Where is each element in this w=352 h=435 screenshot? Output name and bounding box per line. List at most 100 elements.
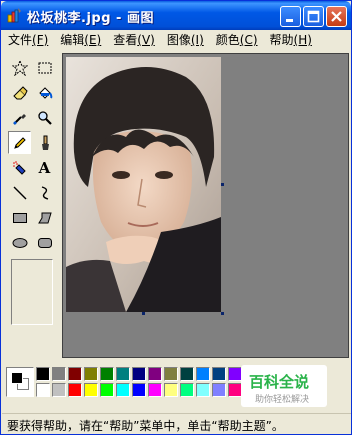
color-swatch[interactable] bbox=[196, 383, 210, 397]
magnifier-icon bbox=[37, 110, 52, 125]
menu-colors-label: 颜色 bbox=[215, 33, 240, 47]
paint-app-icon bbox=[7, 8, 21, 23]
brush-icon bbox=[41, 135, 49, 150]
eraser-tool[interactable] bbox=[8, 81, 31, 104]
watermark-subtitle: 助你轻松解决 bbox=[255, 395, 310, 405]
eyedropper-icon bbox=[12, 113, 26, 125]
menu-bar: 文件(F) 编辑(E) 查看(V) 图像(I) 颜色(C) 帮助(H) bbox=[2, 30, 351, 50]
menu-image-accel: (I) bbox=[190, 33, 204, 47]
menu-edit-label: 编辑 bbox=[60, 33, 85, 47]
color-swatch[interactable] bbox=[228, 367, 242, 381]
color-swatch[interactable] bbox=[100, 383, 114, 397]
airbrush-icon bbox=[12, 160, 26, 175]
ellipse-tool[interactable] bbox=[8, 231, 31, 254]
polygon-tool[interactable] bbox=[33, 206, 56, 229]
color-swatch[interactable] bbox=[180, 367, 194, 381]
menu-colors-accel: (C) bbox=[239, 33, 258, 47]
ellipse-icon bbox=[12, 237, 27, 248]
color-swatch[interactable] bbox=[100, 367, 114, 381]
eraser-icon bbox=[12, 85, 28, 99]
brush-tool[interactable] bbox=[33, 131, 56, 154]
color-swatch[interactable] bbox=[164, 383, 178, 397]
free-select-tool[interactable] bbox=[8, 56, 31, 79]
line-tool[interactable] bbox=[8, 181, 31, 204]
star-select-icon bbox=[11, 59, 28, 76]
color-swatch[interactable] bbox=[52, 367, 66, 381]
toolbox: A bbox=[5, 53, 59, 358]
color-swatch[interactable] bbox=[132, 367, 146, 381]
text-tool[interactable]: A bbox=[33, 156, 56, 179]
status-bar: 要获得帮助，请在“帮助”菜单中，单击“帮助主题”。 bbox=[2, 413, 351, 434]
color-swatch[interactable] bbox=[148, 367, 162, 381]
paint-bucket-icon bbox=[38, 86, 52, 99]
color-swatch[interactable] bbox=[84, 367, 98, 381]
minimize-icon bbox=[286, 19, 293, 22]
rounded-rectangle-tool[interactable] bbox=[33, 231, 56, 254]
color-swatch[interactable] bbox=[36, 367, 50, 381]
color-swatch[interactable] bbox=[132, 383, 146, 397]
color-swatch[interactable] bbox=[212, 367, 226, 381]
color-swatch[interactable] bbox=[196, 367, 210, 381]
color-swatch[interactable] bbox=[148, 383, 162, 397]
menu-help[interactable]: 帮助(H) bbox=[264, 30, 318, 50]
fill-tool[interactable] bbox=[33, 81, 56, 104]
menu-image[interactable]: 图像(I) bbox=[161, 30, 210, 50]
menu-view-label: 查看 bbox=[113, 33, 138, 47]
color-swatch[interactable] bbox=[116, 383, 130, 397]
maximize-icon bbox=[307, 10, 320, 23]
color-swatch[interactable] bbox=[68, 383, 82, 397]
resize-handle-bottom[interactable] bbox=[142, 312, 145, 315]
menu-edit[interactable]: 编辑(E) bbox=[54, 30, 107, 50]
foreground-color[interactable] bbox=[11, 372, 23, 384]
magnifier-tool[interactable] bbox=[33, 106, 56, 129]
polygon-icon bbox=[37, 212, 52, 223]
menu-file[interactable]: 文件(F) bbox=[2, 30, 54, 50]
text-icon: A bbox=[38, 158, 51, 177]
menu-view[interactable]: 查看(V) bbox=[107, 30, 161, 50]
photo-canvas[interactable] bbox=[66, 57, 221, 312]
close-icon bbox=[331, 11, 342, 22]
rect-select-icon bbox=[38, 62, 51, 73]
title-bar[interactable]: 松坂桃李.jpg - 画图 bbox=[1, 1, 351, 30]
color-swatch[interactable] bbox=[228, 383, 242, 397]
color-swatch[interactable] bbox=[84, 383, 98, 397]
rectangle-icon bbox=[12, 212, 27, 223]
watermark: 百科全说 助你轻松解决 bbox=[241, 365, 327, 407]
maximize-button[interactable] bbox=[303, 6, 324, 27]
menu-help-accel: (H) bbox=[293, 33, 312, 47]
resize-handle-right[interactable] bbox=[221, 183, 224, 186]
menu-file-accel: (F) bbox=[32, 33, 49, 47]
pencil-icon bbox=[13, 136, 26, 149]
color-swatch[interactable] bbox=[36, 383, 50, 397]
color-swatch[interactable] bbox=[212, 383, 226, 397]
curve-tool[interactable] bbox=[33, 181, 56, 204]
minimize-button[interactable] bbox=[280, 6, 301, 27]
color-swatch[interactable] bbox=[52, 383, 66, 397]
menu-edit-accel: (E) bbox=[84, 33, 102, 47]
current-colors[interactable] bbox=[6, 367, 34, 397]
pick-color-tool[interactable] bbox=[8, 106, 31, 129]
rounded-rect-icon bbox=[37, 237, 52, 248]
close-button[interactable] bbox=[326, 6, 347, 27]
menu-view-accel: (V) bbox=[137, 33, 155, 47]
tool-options-panel[interactable] bbox=[11, 259, 53, 325]
rect-select-tool[interactable] bbox=[33, 56, 56, 79]
watermark-title: 百科全说 bbox=[249, 373, 310, 391]
window-title: 松坂桃李.jpg - 画图 bbox=[27, 11, 154, 26]
color-swatch[interactable] bbox=[180, 383, 194, 397]
canvas-area[interactable] bbox=[62, 53, 349, 358]
color-swatch[interactable] bbox=[164, 367, 178, 381]
color-swatch[interactable] bbox=[68, 367, 82, 381]
menu-help-label: 帮助 bbox=[269, 33, 294, 47]
pencil-tool[interactable] bbox=[8, 131, 31, 154]
resize-handle-corner[interactable] bbox=[221, 312, 224, 315]
paint-window: 松坂桃李.jpg - 画图 文件(F) 编辑(E) 查看(V) 图像(I) 颜色… bbox=[0, 0, 352, 435]
airbrush-tool[interactable] bbox=[8, 156, 31, 179]
menu-colors[interactable]: 颜色(C) bbox=[210, 30, 264, 50]
color-swatch[interactable] bbox=[116, 367, 130, 381]
rectangle-tool[interactable] bbox=[8, 206, 31, 229]
status-text: 要获得帮助，请在“帮助”菜单中，单击“帮助主题”。 bbox=[7, 419, 284, 433]
menu-image-label: 图像 bbox=[166, 33, 191, 47]
line-icon bbox=[13, 186, 26, 199]
portrait-image bbox=[66, 57, 221, 312]
